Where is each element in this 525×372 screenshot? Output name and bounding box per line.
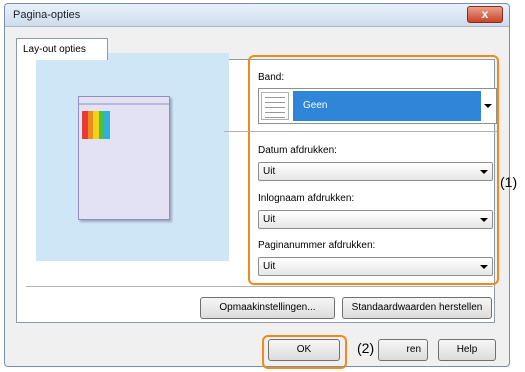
- title-bar: Pagina-opties x: [5, 4, 509, 27]
- date-print-label: Datum afdrukken:: [258, 145, 337, 156]
- tab-layout-options[interactable]: Lay-out opties: [16, 38, 108, 60]
- band-label: Band:: [258, 72, 285, 83]
- chevron-down-icon: [480, 218, 488, 222]
- band-lines-icon: [261, 92, 289, 120]
- restore-defaults-button[interactable]: Standaardwaarden herstellen: [342, 297, 492, 319]
- date-print-value: Uit: [263, 166, 276, 177]
- login-print-dropdown[interactable]: Uit: [258, 210, 493, 229]
- chevron-down-icon: [480, 170, 488, 174]
- cancel-button[interactable]: ren: [378, 339, 428, 361]
- login-print-value: Uit: [263, 214, 276, 225]
- date-print-dropdown[interactable]: Uit: [258, 162, 493, 181]
- close-icon: x: [481, 7, 489, 21]
- help-button[interactable]: Help: [438, 339, 496, 361]
- format-settings-button[interactable]: Opmaakinstellingen...: [200, 297, 335, 319]
- callout-1: (1): [500, 174, 518, 190]
- close-button[interactable]: x: [467, 6, 503, 23]
- login-print-label: Inlognaam afdrukken:: [258, 193, 355, 204]
- page-header-strip: [79, 103, 169, 105]
- pagenum-print-value: Uit: [263, 261, 276, 272]
- page-preview-thumbnail: [78, 96, 170, 220]
- color-bars-graphic: [82, 111, 110, 139]
- divider: [224, 131, 497, 132]
- band-dropdown[interactable]: Geen: [258, 88, 497, 124]
- pagenum-print-dropdown[interactable]: Uit: [258, 257, 493, 276]
- ok-button[interactable]: OK: [268, 339, 340, 361]
- chevron-down-icon: [484, 104, 492, 108]
- callout-2: (2): [357, 340, 375, 356]
- window-title: Pagina-opties: [13, 9, 81, 21]
- band-selected-value: Geen: [293, 91, 481, 121]
- chevron-down-icon: [480, 265, 488, 269]
- divider: [26, 286, 493, 287]
- pagenum-print-label: Paginanummer afdrukken:: [258, 240, 376, 251]
